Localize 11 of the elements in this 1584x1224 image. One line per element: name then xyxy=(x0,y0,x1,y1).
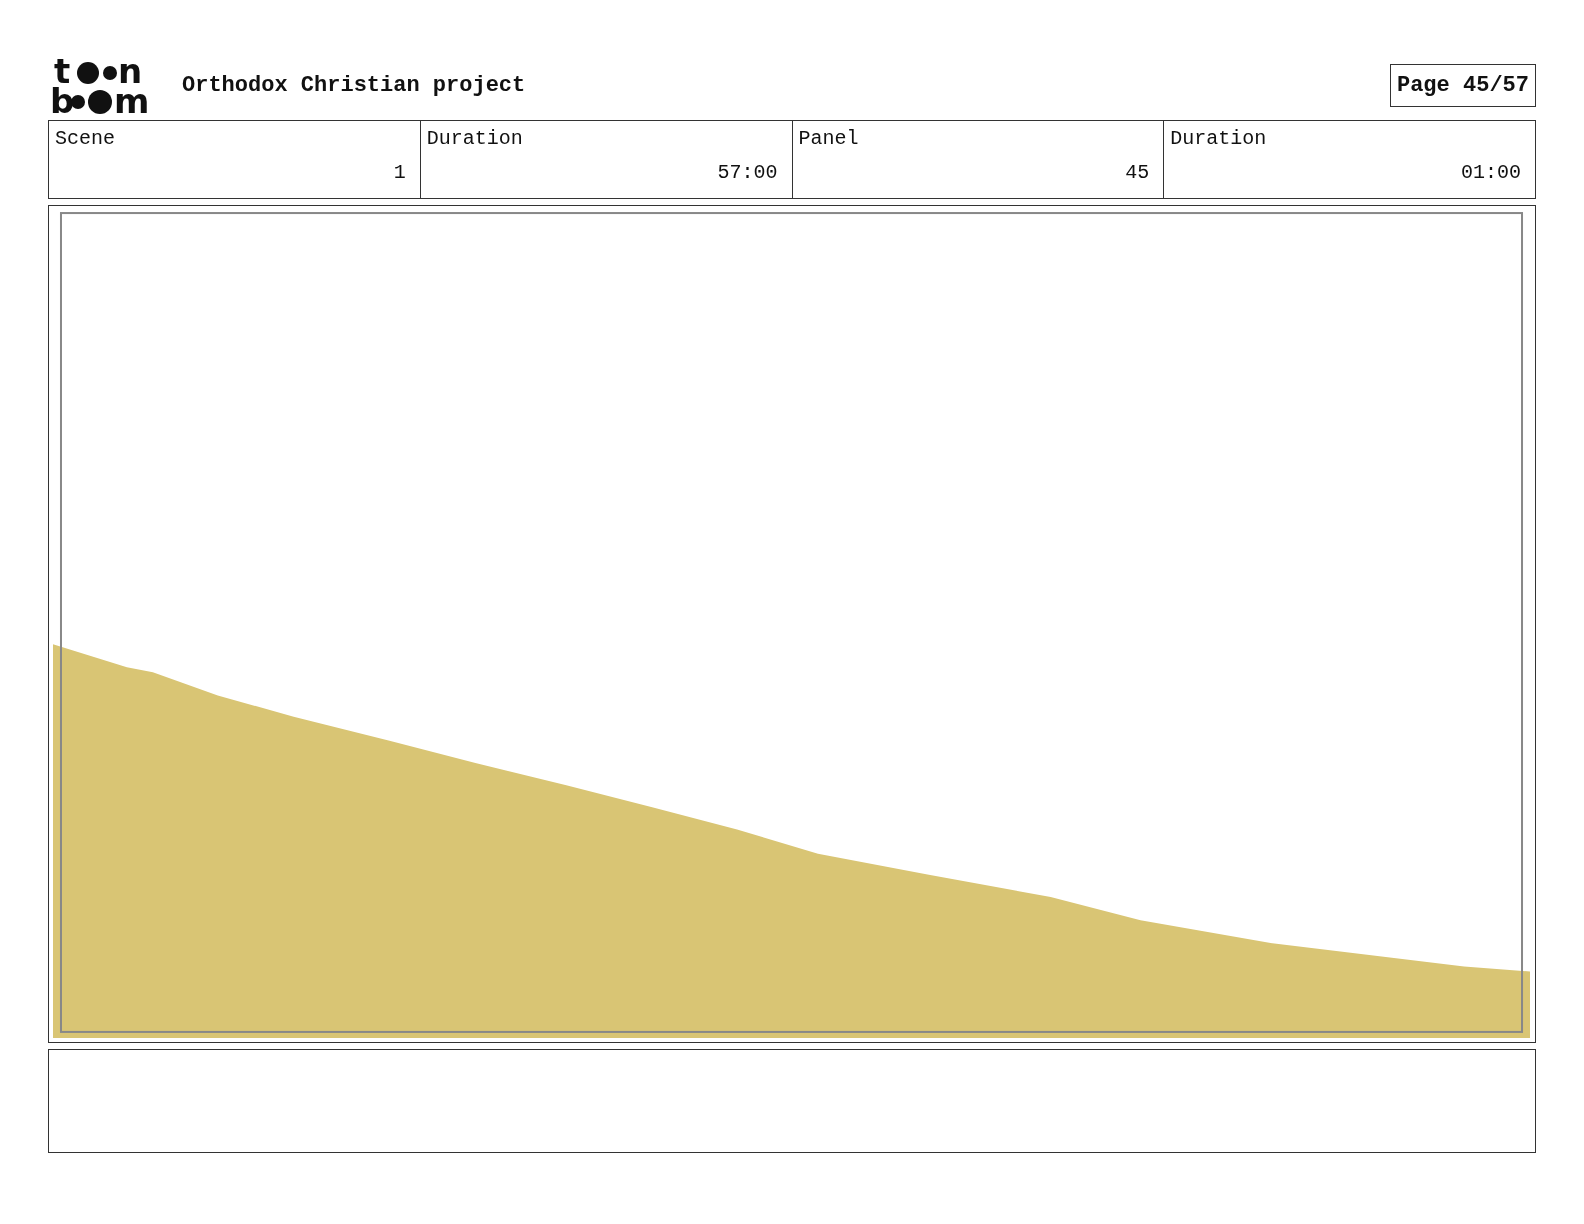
field-value: 57:00 xyxy=(717,161,778,185)
field-label: Duration xyxy=(426,126,523,152)
field-label: Panel xyxy=(798,126,859,152)
field-value: 01:00 xyxy=(1461,161,1521,185)
page-indicator: Page 45/57 xyxy=(1389,63,1536,107)
logo-drawing: t n b m xyxy=(48,55,160,115)
field-value: 45 xyxy=(1125,161,1150,185)
project-title: Orthodox Christian project xyxy=(182,71,526,100)
field-label: Scene xyxy=(55,126,115,152)
field-label: Duration xyxy=(1170,126,1267,152)
field-value: 1 xyxy=(393,161,406,185)
